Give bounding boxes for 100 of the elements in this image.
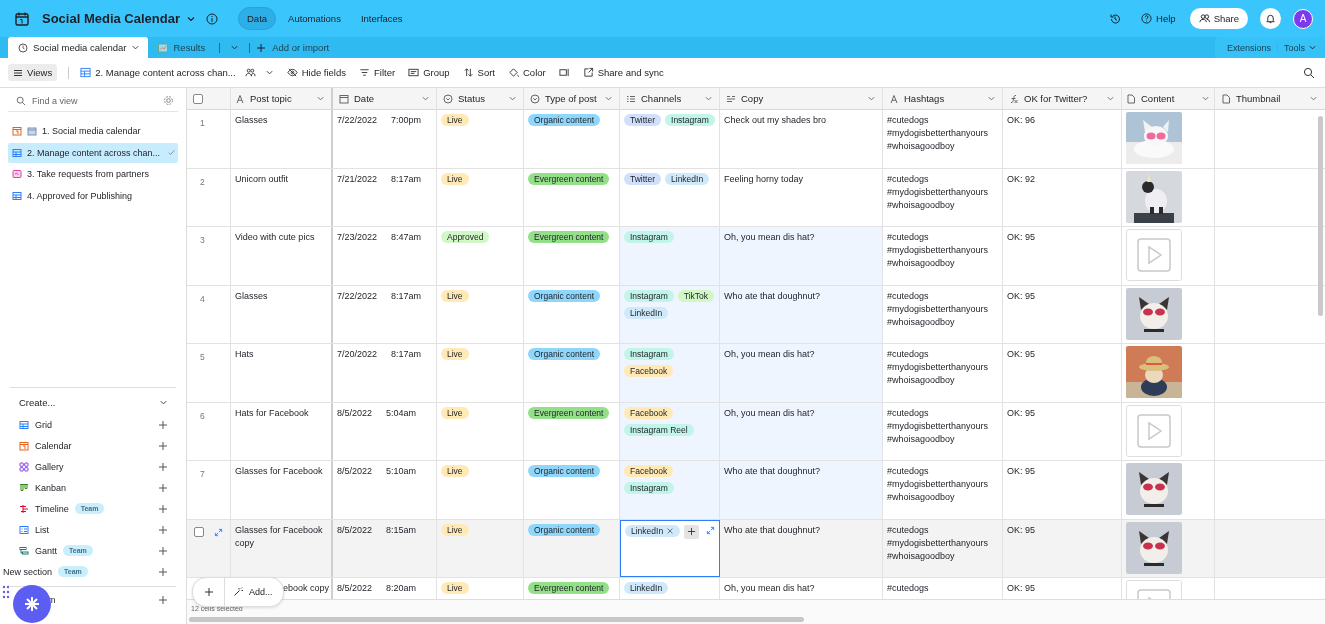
search-icon[interactable] [1303, 66, 1315, 79]
caret-icon[interactable] [264, 68, 274, 77]
sidebar-view-item[interactable]: 1. Social media calendar [8, 121, 178, 142]
assistant-button[interactable] [13, 585, 51, 623]
magic-wand-icon [233, 587, 243, 597]
notifications-button[interactable] [1260, 8, 1281, 29]
add-tag-button[interactable] [684, 524, 700, 539]
expand-icon[interactable] [706, 525, 715, 535]
selected-cell[interactable]: Facebook Instagram Reel [620, 402, 720, 460]
add-view-button[interactable] [158, 482, 168, 493]
create-view-label[interactable]: New section [3, 566, 53, 577]
time-cell-text: 5:10am [386, 465, 417, 478]
time-cell-text: 7:00pm [391, 114, 422, 127]
sort-button[interactable]: Sort [462, 67, 495, 78]
add-view-button[interactable] [158, 503, 168, 514]
group-button[interactable]: Group [408, 67, 450, 78]
channel-tag: LinkedIn [625, 524, 681, 537]
add-view-button[interactable] [158, 566, 168, 577]
settings-icon[interactable] [163, 95, 174, 106]
selected-cell[interactable]: Instagram Facebook [620, 344, 720, 402]
scrollbar[interactable] [189, 617, 804, 622]
row-checkbox[interactable] [194, 526, 204, 537]
top-tab[interactable]: Automations [280, 7, 349, 30]
sidebar-view-item[interactable]: 2. Manage content across chan... [8, 142, 178, 163]
row-number: 6 [199, 409, 205, 423]
people-icon[interactable] [244, 67, 256, 78]
add-button[interactable] [158, 594, 168, 605]
add-view-button[interactable] [158, 524, 168, 535]
filter-button[interactable]: Filter [359, 67, 396, 78]
sidebar-view-item[interactable]: 4. Approved for Publishing [8, 185, 178, 206]
create-view-label[interactable]: Calendar [35, 440, 72, 451]
hide-fields-button[interactable]: Hide fields [286, 67, 346, 78]
field-type-icon [726, 93, 736, 104]
caret-icon [316, 94, 325, 103]
selected-cell[interactable]: Instagram [620, 227, 720, 285]
column-header[interactable]: OK for Twitter? [1003, 88, 1122, 109]
scrollbar[interactable] [1318, 116, 1323, 316]
field-type-icon [626, 93, 636, 104]
create-view-label[interactable]: List [35, 524, 49, 535]
tools-button[interactable]: Tools [1284, 42, 1317, 53]
hovered-row[interactable]: Glasses for Facebook copy 8/5/2022 8:15am Live Organic content LinkedIn Who ate that doughnut? #cutedogs #mydogisbetterthanyours #whoisagoodboy OK: 95 [187, 519, 1325, 578]
add-ai-button[interactable]: Add... [225, 578, 283, 606]
table-tab[interactable]: Results [148, 37, 214, 58]
add-view-button[interactable] [158, 545, 168, 556]
column-header[interactable]: Channels [620, 88, 720, 109]
status-tag: Live [441, 114, 469, 126]
channel-tag: LinkedIn [624, 306, 669, 319]
column-header[interactable]: Thumbnail [1215, 88, 1324, 109]
share-button[interactable]: Share [1189, 8, 1248, 29]
create-view-label[interactable]: Gantt [35, 545, 57, 556]
add-view-button[interactable] [158, 461, 168, 472]
row-height-icon[interactable] [558, 67, 570, 78]
selected-cell[interactable]: Facebook Instagram [620, 461, 720, 519]
sidebar-view-item[interactable]: 3. Take requests from partners [8, 164, 178, 185]
drag-handle-icon[interactable] [2, 585, 10, 599]
calendar-icon [14, 10, 30, 27]
column-header[interactable]: Content [1122, 88, 1215, 109]
timeline-icon [19, 503, 29, 514]
column-header[interactable]: Status [437, 88, 524, 109]
column-header[interactable]: Copy [720, 88, 883, 109]
top-tab[interactable]: Data [238, 7, 277, 30]
create-view-label[interactable]: Gallery [35, 461, 64, 472]
selected-cell[interactable]: Instagram TikTok LinkedIn [620, 285, 720, 343]
create-view-label[interactable]: Grid [35, 419, 52, 430]
history-icon[interactable] [1109, 12, 1122, 25]
table-tab[interactable]: Social media calendar [8, 37, 149, 58]
calendar-icon [19, 440, 29, 451]
create-view-label[interactable]: Timeline [35, 503, 69, 514]
type-tag: Evergreen content [528, 582, 610, 594]
caret-icon [1201, 94, 1210, 103]
avatar[interactable]: A [1293, 8, 1313, 29]
current-view-button[interactable]: 2. Manage content across chan... [80, 67, 236, 78]
row-number: 1 [199, 117, 205, 130]
add-view-button[interactable] [158, 440, 168, 451]
field-type-icon [443, 93, 453, 104]
close-icon[interactable] [666, 526, 675, 535]
share-sync-button[interactable]: Share and sync [582, 67, 664, 78]
top-tab[interactable]: Interfaces [352, 7, 411, 30]
column-header[interactable]: Hashtags [883, 88, 1003, 109]
caret-icon[interactable] [159, 398, 168, 407]
channel-tag: Instagram [624, 482, 674, 494]
time-cell-text: 8:17am [391, 172, 422, 186]
select-all-checkbox[interactable] [193, 93, 203, 104]
column-header[interactable]: Type of post [524, 88, 620, 109]
add-view-button[interactable] [158, 419, 168, 430]
expand-icon[interactable] [214, 527, 223, 537]
help-button[interactable]: Help [1141, 13, 1176, 24]
active-cell[interactable]: LinkedIn [620, 519, 720, 577]
search-field[interactable]: Find a view [32, 95, 132, 106]
channel-tag: Instagram [624, 348, 674, 360]
views-button[interactable]: Views [8, 64, 58, 81]
add-import-button[interactable]: Add or import [256, 37, 330, 58]
column-header[interactable]: Date [333, 88, 437, 109]
create-view-label[interactable]: Kanban [35, 482, 67, 493]
color-button[interactable]: Color [508, 67, 546, 78]
extensions-button[interactable]: Extensions [1226, 42, 1271, 53]
info-icon[interactable] [206, 12, 218, 25]
time-cell-text: 8:17am [391, 348, 422, 361]
time-cell-text: 5:04am [386, 406, 417, 420]
column-header[interactable]: Post topic [231, 88, 333, 109]
